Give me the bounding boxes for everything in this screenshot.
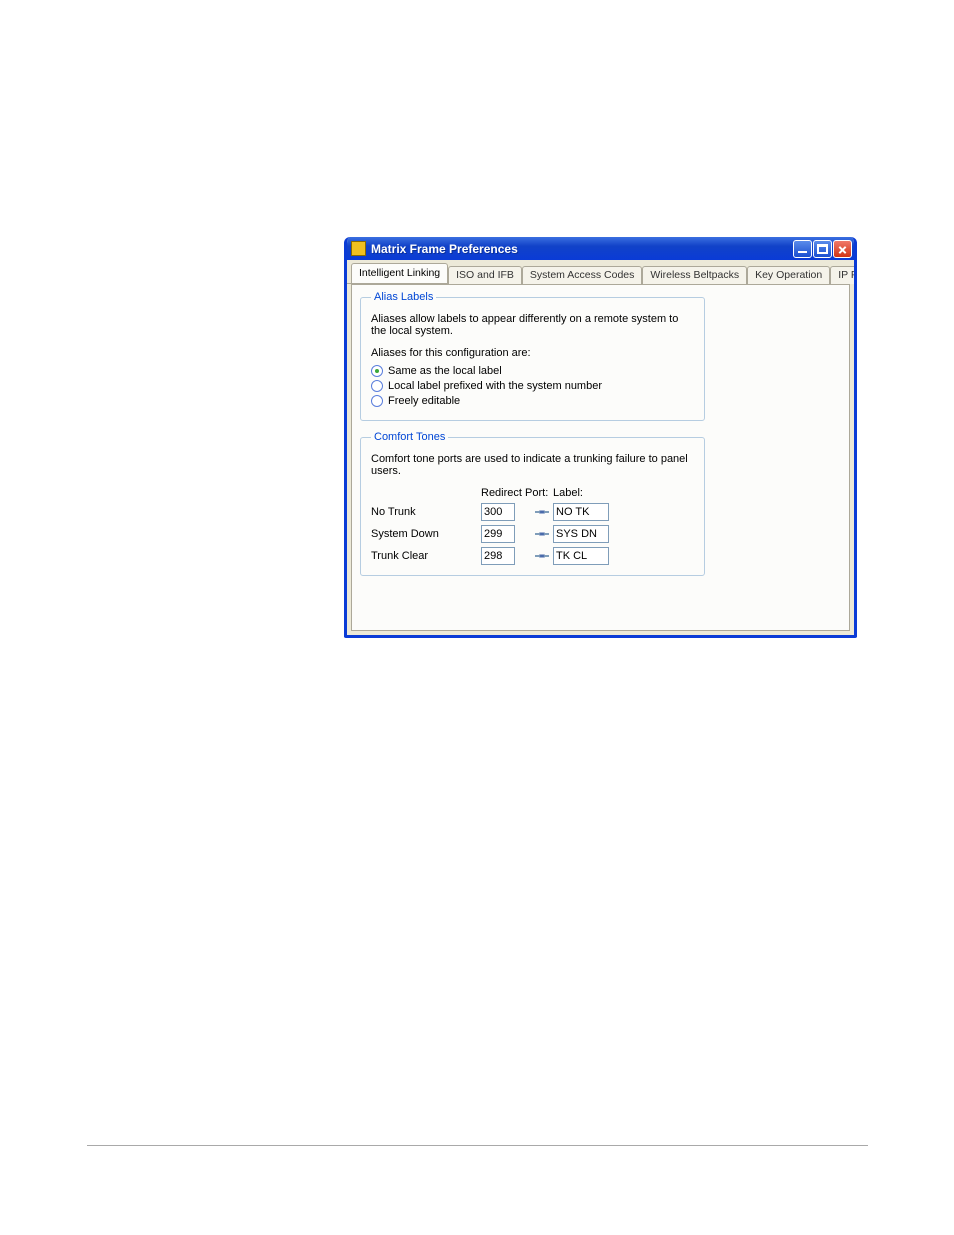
trunk-clear-label-input[interactable] <box>553 547 609 565</box>
tab-panel: Alias Labels Aliases allow labels to app… <box>351 284 850 631</box>
radio-icon <box>371 365 383 377</box>
alias-option-editable[interactable]: Freely editable <box>371 395 694 407</box>
system-down-port-stepper[interactable] <box>535 533 549 535</box>
alias-option-prefixed[interactable]: Local label prefixed with the system num… <box>371 380 694 392</box>
window-controls <box>793 240 852 258</box>
app-icon <box>351 241 366 256</box>
comfort-description: Comfort tone ports are used to indicate … <box>371 453 694 477</box>
trunk-clear-port-input[interactable] <box>481 547 515 565</box>
alias-option-label: Same as the local label <box>388 365 502 377</box>
comfort-tones-legend: Comfort Tones <box>371 431 448 443</box>
maximize-button[interactable] <box>813 240 832 258</box>
row-name-system-down: System Down <box>371 528 481 540</box>
window-title: Matrix Frame Preferences <box>371 242 793 256</box>
system-down-label-input[interactable] <box>553 525 609 543</box>
alias-labels-group: Alias Labels Aliases allow labels to app… <box>360 291 705 421</box>
alias-option-same[interactable]: Same as the local label <box>371 365 694 377</box>
alias-description: Aliases allow labels to appear different… <box>371 313 694 337</box>
page-footer-rule <box>87 1145 868 1146</box>
comfort-tones-group: Comfort Tones Comfort tone ports are use… <box>360 431 705 576</box>
close-button[interactable] <box>833 240 852 258</box>
preferences-dialog: Matrix Frame Preferences Intelligent Lin… <box>344 237 857 638</box>
no-trunk-port-stepper[interactable] <box>535 511 549 513</box>
tab-key-operation[interactable]: Key Operation <box>747 266 830 284</box>
alias-option-label: Local label prefixed with the system num… <box>388 380 602 392</box>
label-header: Label: <box>553 487 623 499</box>
tab-iso-and-ifb[interactable]: ISO and IFB <box>448 266 522 284</box>
tab-ip-panels[interactable]: IP Panels <box>830 266 857 284</box>
alias-subheading: Aliases for this configuration are: <box>371 347 694 359</box>
no-trunk-port-input[interactable] <box>481 503 515 521</box>
alias-labels-legend: Alias Labels <box>371 291 436 303</box>
system-down-port-input[interactable] <box>481 525 515 543</box>
redirect-port-header: Redirect Port: <box>481 487 553 499</box>
titlebar[interactable]: Matrix Frame Preferences <box>347 237 854 260</box>
row-name-no-trunk: No Trunk <box>371 506 481 518</box>
trunk-clear-port-stepper[interactable] <box>535 555 549 557</box>
radio-icon <box>371 380 383 392</box>
tab-wireless-beltpacks[interactable]: Wireless Beltpacks <box>642 266 747 284</box>
tab-bar: Intelligent Linking ISO and IFB System A… <box>347 260 854 284</box>
row-name-trunk-clear: Trunk Clear <box>371 550 481 562</box>
radio-icon <box>371 395 383 407</box>
tab-system-access-codes[interactable]: System Access Codes <box>522 266 642 284</box>
no-trunk-label-input[interactable] <box>553 503 609 521</box>
tab-intelligent-linking[interactable]: Intelligent Linking <box>351 263 448 283</box>
alias-option-label: Freely editable <box>388 395 460 407</box>
minimize-button[interactable] <box>793 240 812 258</box>
